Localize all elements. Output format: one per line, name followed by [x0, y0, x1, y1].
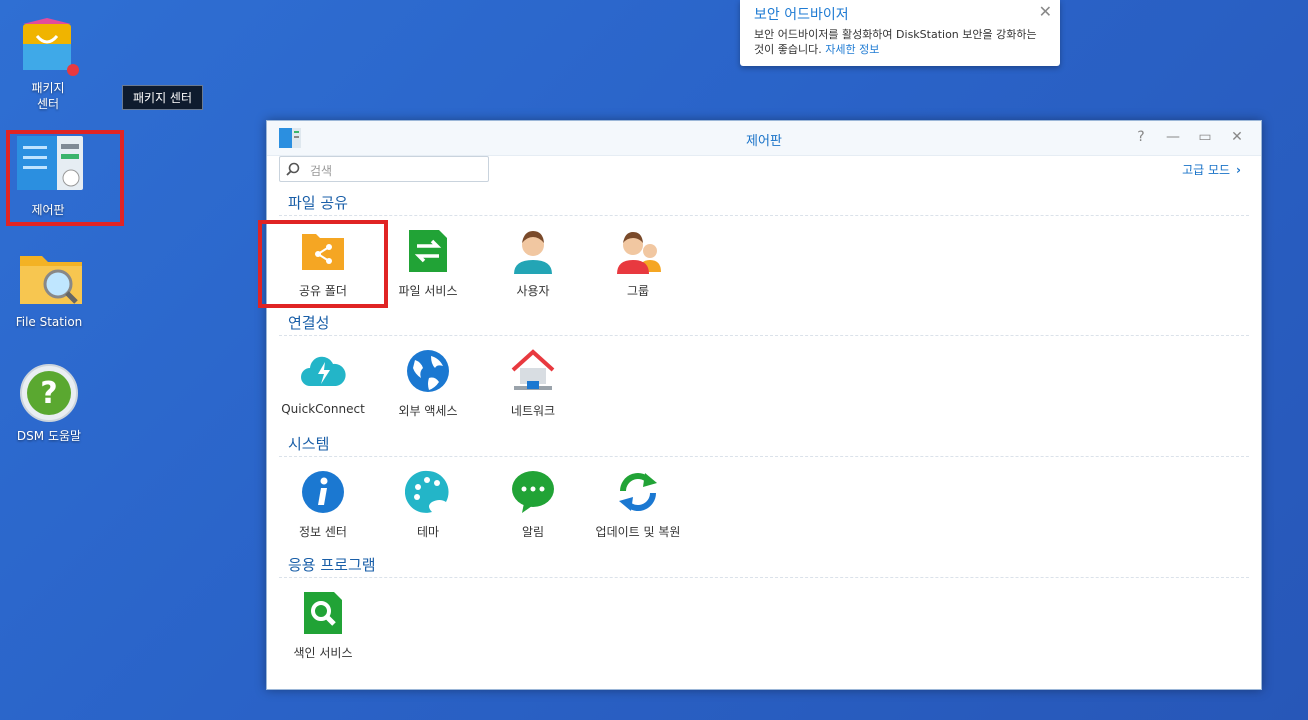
advanced-mode-label: 고급 모드 — [1182, 163, 1231, 177]
network-house-icon — [510, 348, 556, 394]
item-file-services[interactable]: 파일 서비스 — [375, 228, 481, 299]
control-panel-icon — [17, 136, 83, 198]
desktop-icon-label: DSM 도움말 — [16, 429, 82, 443]
desktop-icon-label: File Station — [15, 315, 83, 329]
item-label: QuickConnect — [281, 402, 365, 416]
item-label: 알림 — [521, 525, 545, 539]
desktop-icon-file-station[interactable]: File Station — [1, 248, 97, 330]
quickconnect-cloud-icon — [300, 348, 346, 394]
item-label: 사용자 — [516, 284, 550, 298]
tooltip: 패키지 센터 — [122, 85, 204, 110]
item-quickconnect[interactable]: QuickConnect — [270, 348, 376, 416]
help-icon: ? — [18, 362, 80, 424]
item-shared-folder[interactable]: 공유 폴더 — [270, 228, 376, 299]
search-input[interactable]: 검색 — [279, 156, 489, 182]
user-icon — [510, 228, 556, 274]
package-center-icon — [17, 14, 79, 76]
close-button[interactable]: ✕ — [1229, 129, 1245, 145]
globe-icon — [405, 348, 451, 394]
desktop-icon-dsm-help[interactable]: ? DSM 도움말 — [1, 362, 97, 444]
help-button[interactable]: ? — [1133, 129, 1149, 145]
search-placeholder: 검색 — [310, 164, 333, 178]
item-label: 색인 서비스 — [293, 646, 353, 660]
advanced-mode-link[interactable]: 고급 모드 › — [1182, 161, 1241, 178]
item-notification[interactable]: 알림 — [480, 469, 586, 540]
svg-text:?: ? — [40, 376, 57, 411]
file-services-icon — [405, 228, 451, 274]
section-file-sharing: 파일 공유 공유 폴더 파일 서비스 사용자 그룹 — [258, 191, 1249, 312]
item-label: 업데이트 및 복원 — [595, 525, 681, 539]
desktop-icon-label: 패키지 — [31, 81, 65, 95]
item-group[interactable]: 그룹 — [585, 228, 691, 299]
desktop-icon-label: 제어판 — [31, 203, 65, 217]
item-label: 테마 — [416, 525, 440, 539]
group-icon — [615, 228, 661, 274]
section-connectivity: 연결성 QuickConnect 외부 액세스 네트워크 — [279, 311, 1249, 432]
info-icon — [300, 469, 346, 515]
item-theme[interactable]: 테마 — [375, 469, 481, 540]
notification-text: 보안 어드바이저를 활성화하여 DiskStation 보안을 강화하는 것이 … — [754, 27, 1050, 57]
item-network[interactable]: 네트워크 — [480, 348, 586, 419]
item-external-access[interactable]: 외부 액세스 — [375, 348, 481, 419]
window-title: 제어판 — [746, 134, 782, 149]
item-indexing-service[interactable]: 색인 서비스 — [270, 590, 376, 661]
search-icon — [286, 162, 300, 176]
section-title: 연결성 — [279, 311, 1249, 336]
section-title: 시스템 — [279, 432, 1249, 457]
file-station-icon — [18, 248, 82, 310]
item-label: 외부 액세스 — [398, 404, 458, 418]
item-info-center[interactable]: 정보 센터 — [270, 469, 376, 540]
item-update-restore[interactable]: 업데이트 및 복원 — [585, 469, 691, 540]
section-title: 파일 공유 — [279, 191, 1249, 216]
desktop-icon-label: 센터 — [36, 97, 60, 111]
item-label: 파일 서비스 — [398, 284, 458, 298]
window-titlebar[interactable]: 제어판 ? — ▭ ✕ — [267, 121, 1261, 156]
chat-bubble-icon — [510, 469, 556, 515]
notification-title: 보안 어드바이저 — [754, 7, 849, 23]
security-advisor-notification: 보안 어드바이저 보안 어드바이저를 활성화하여 DiskStation 보안을… — [740, 0, 1060, 66]
chevron-right-icon: › — [1236, 163, 1241, 177]
close-icon[interactable]: ✕ — [1039, 2, 1052, 21]
item-label: 정보 센터 — [299, 525, 347, 539]
item-label: 공유 폴더 — [299, 284, 347, 298]
desktop-icon-package-center[interactable]: 패키지 센터 — [0, 14, 96, 112]
refresh-icon — [615, 469, 661, 515]
section-applications: 응용 프로그램 색인 서비스 — [279, 553, 1249, 674]
maximize-button[interactable]: ▭ — [1197, 129, 1213, 145]
indexing-search-icon — [300, 590, 346, 636]
control-panel-window: 제어판 ? — ▭ ✕ 검색 고급 모드 › 파일 공유 공유 폴더 파일 서비… — [258, 120, 1262, 690]
palette-icon — [404, 469, 451, 515]
section-title: 응용 프로그램 — [279, 553, 1249, 578]
notification-more-info-link[interactable]: 자세한 정보 — [825, 43, 879, 56]
section-system: 시스템 정보 센터 테마 알림 업데이트 및 복원 — [279, 432, 1249, 553]
notification-message: 보안 어드바이저를 활성화하여 DiskStation 보안을 강화하는 것이 … — [754, 28, 1037, 56]
shared-folder-icon — [300, 228, 346, 274]
item-user[interactable]: 사용자 — [480, 228, 586, 299]
minimize-button[interactable]: — — [1165, 129, 1181, 145]
item-label: 그룹 — [626, 284, 650, 298]
desktop-icon-control-panel[interactable]: 제어판 — [0, 136, 96, 218]
item-label: 네트워크 — [510, 404, 556, 418]
